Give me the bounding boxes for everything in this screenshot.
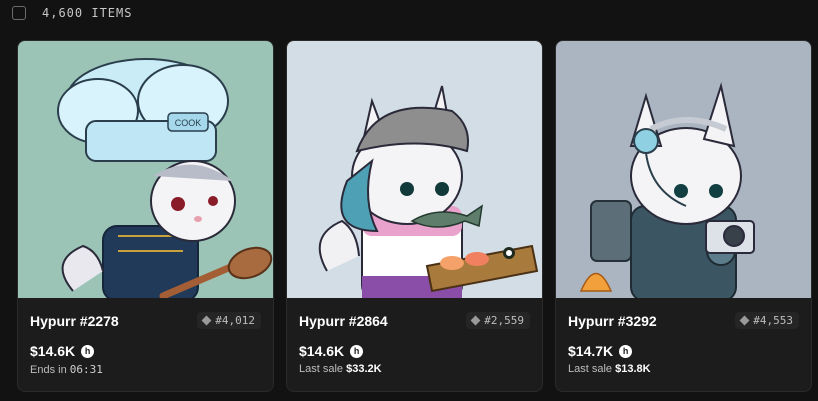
price: $14.7K <box>568 343 614 359</box>
rank-badge: #2,559 <box>466 312 530 329</box>
rank-value: #4,012 <box>215 314 255 327</box>
sub-label: Last sale <box>299 363 344 375</box>
nft-card[interactable]: COOK Hypurr #2278 #4,012 $14.6K h Ends i… <box>17 40 274 392</box>
rank-value: #4,553 <box>753 314 793 327</box>
last-sale: Last sale $13.8K <box>568 363 799 375</box>
card-info: Hypurr #3292 #4,553 $14.7K h Last sale $… <box>556 298 811 375</box>
sub-value: $33.2K <box>346 363 382 375</box>
nft-name[interactable]: Hypurr #2864 <box>299 313 388 329</box>
last-sale: Last sale $33.2K <box>299 363 530 375</box>
nft-name[interactable]: Hypurr #2278 <box>30 313 119 329</box>
nft-card[interactable]: Hypurr #3292 #4,553 $14.7K h Last sale $… <box>555 40 812 392</box>
card-info: Hypurr #2864 #2,559 $14.6K h Last sale $… <box>287 298 542 375</box>
rank-badge: #4,553 <box>735 312 799 329</box>
card-info: Hypurr #2278 #4,012 $14.6K h Ends in 06:… <box>18 298 273 376</box>
h-coin-icon: h <box>350 344 364 358</box>
price: $14.6K <box>299 343 345 359</box>
h-coin-icon: h <box>81 344 95 358</box>
items-count: 4,600 ITEMS <box>42 6 133 20</box>
nft-grid: COOK Hypurr #2278 #4,012 $14.6K h Ends i… <box>17 40 812 392</box>
nft-image[interactable] <box>556 41 811 298</box>
diamond-icon <box>470 315 481 326</box>
nft-image[interactable] <box>287 41 542 298</box>
rank-badge: #4,012 <box>197 312 261 329</box>
h-coin-icon: h <box>619 344 633 358</box>
sub-value: $13.8K <box>615 363 651 375</box>
sub-label: Ends in <box>30 364 67 376</box>
nft-image[interactable]: COOK <box>18 41 273 298</box>
nft-card[interactable]: Hypurr #2864 #2,559 $14.6K h Last sale $… <box>286 40 543 392</box>
rank-value: #2,559 <box>484 314 524 327</box>
diamond-icon <box>739 315 750 326</box>
auction-timer: Ends in 06:31 <box>30 363 261 376</box>
toolbar: 4,600 ITEMS <box>12 6 132 20</box>
diamond-icon <box>201 315 212 326</box>
select-all-checkbox[interactable] <box>12 6 26 20</box>
price: $14.6K <box>30 343 76 359</box>
sub-value: 06:31 <box>69 363 103 376</box>
nft-name[interactable]: Hypurr #3292 <box>568 313 657 329</box>
sub-label: Last sale <box>568 363 613 375</box>
hat-text: COOK <box>175 118 202 128</box>
